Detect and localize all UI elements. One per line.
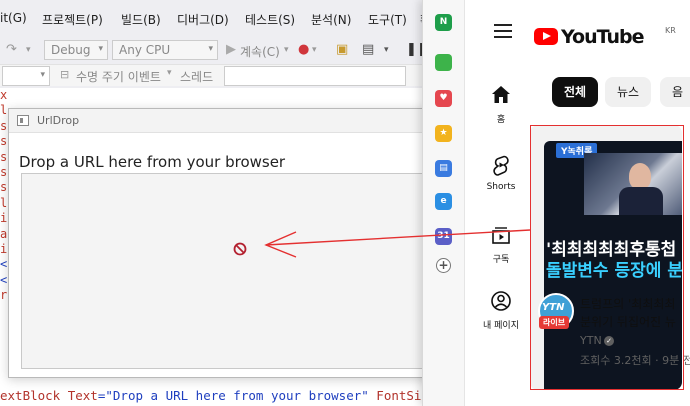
- drop-instruction-heading: Drop a URL here from your browser: [19, 153, 286, 171]
- youtube-wordmark[interactable]: YouTube: [561, 26, 644, 48]
- channel-name[interactable]: YTN: [580, 334, 602, 347]
- nav-my-page[interactable]: 내 페이지: [464, 290, 538, 331]
- window-title: UrlDrop: [37, 114, 80, 127]
- sidebar-app-n-icon[interactable]: N: [435, 14, 452, 31]
- code-token: Text: [67, 388, 98, 403]
- vs-menubar: it(G) 프로젝트(P) 빌드(B) 디버그(D) 테스트(S) 분석(N) …: [0, 8, 440, 30]
- nav-label: 홈: [496, 115, 506, 125]
- chip-news[interactable]: 뉴스: [605, 77, 652, 107]
- platform-combo[interactable]: Any CPU ▾: [112, 40, 218, 60]
- hot-reload-icon[interactable]: ●: [298, 42, 309, 57]
- nav-label: 구독: [492, 255, 510, 265]
- chevron-down-icon[interactable]: ▾: [384, 45, 389, 55]
- no-drop-cursor-icon: [233, 242, 247, 256]
- sidebar-edge-icon[interactable]: e: [435, 193, 452, 210]
- app-window-icon: [17, 115, 29, 126]
- menu-debug[interactable]: 디버그(D): [177, 11, 229, 28]
- config-combo[interactable]: Debug ▾: [44, 40, 108, 60]
- nav-subscriptions[interactable]: 구독: [464, 224, 538, 265]
- process-combo[interactable]: ▾: [2, 66, 50, 86]
- continue-button[interactable]: 계속(C): [240, 43, 280, 60]
- url-drop-zone[interactable]: [21, 173, 425, 369]
- code-token: "Drop a URL here from your browser": [105, 388, 369, 403]
- video-card[interactable]: Y녹취록 '최최최최최후통첩 돌발변수 등장에 분: [530, 125, 682, 390]
- menu-build[interactable]: 빌드(B): [121, 11, 161, 28]
- chevron-down-icon[interactable]: ▾: [312, 45, 317, 55]
- menu-project[interactable]: 프로젝트(P): [42, 11, 103, 28]
- chevron-down-icon[interactable]: ▾: [167, 68, 172, 78]
- video-title[interactable]: 분위기 뒤집어진 뉴: [580, 313, 676, 330]
- lifecycle-icon: ⊟: [60, 68, 70, 81]
- edge-sidebar: N ♥ ★ ▤ e 31 +: [423, 0, 465, 406]
- menu-analyze[interactable]: 분석(N): [311, 11, 351, 28]
- live-badge: 라이브: [539, 316, 570, 329]
- sidebar-app-green-icon[interactable]: [435, 54, 452, 71]
- sidebar-store-icon[interactable]: ▤: [435, 160, 452, 177]
- video-title[interactable]: 트럼프의 '최최최최: [580, 295, 675, 312]
- chevron-down-icon[interactable]: ▾: [26, 45, 31, 55]
- redo-icon[interactable]: ↷: [6, 42, 17, 57]
- account-icon: [491, 291, 511, 311]
- chevron-down-icon[interactable]: ▾: [284, 45, 289, 55]
- chevron-down-icon: ▾: [208, 44, 213, 54]
- chip-music[interactable]: 음: [660, 77, 690, 107]
- thumbnail-caption: 돌발변수 등장에 분: [546, 261, 682, 281]
- chip-all[interactable]: 전체: [552, 77, 599, 107]
- channel-avatar-text: YTN: [542, 302, 565, 313]
- hamburger-menu-icon[interactable]: [494, 24, 512, 38]
- vs-toolbar: ↷ ▾ Debug ▾ Any CPU ▾ ▶ 계속(C) ▾ ● ▾ ▣ ▤ …: [0, 38, 440, 62]
- chevron-down-icon: ▾: [98, 44, 103, 54]
- thread-combo[interactable]: [224, 66, 406, 86]
- nav-home[interactable]: 홈: [464, 84, 538, 125]
- urldrop-titlebar[interactable]: UrlDrop: [9, 109, 435, 133]
- sidebar-pocket-icon[interactable]: ♥: [435, 90, 452, 107]
- video-meta: 조회수 3.2천회 · 9분 전: [580, 354, 690, 367]
- nav-label: Shorts: [486, 182, 516, 192]
- config-combo-value: Debug: [51, 43, 91, 57]
- verified-check-icon: ✓: [604, 336, 614, 346]
- youtube-logo-icon[interactable]: [534, 28, 558, 45]
- play-icon[interactable]: ▶: [226, 42, 236, 57]
- subscriptions-icon: [492, 227, 510, 244]
- code-fragment: x: [0, 88, 8, 102]
- sidebar-calendar-icon[interactable]: 31: [435, 228, 452, 245]
- code-token: extBlock: [0, 388, 68, 403]
- menu-test[interactable]: 테스트(S): [245, 11, 295, 28]
- shorts-icon: [493, 155, 509, 176]
- chevron-down-icon: ▾: [40, 70, 45, 80]
- platform-combo-value: Any CPU: [119, 43, 171, 57]
- menu-git[interactable]: it(G): [0, 11, 27, 25]
- screen: it(G) 프로젝트(P) 빌드(B) 디버그(D) 테스트(S) 분석(N) …: [0, 0, 690, 406]
- youtube-header: YouTube KR: [464, 0, 690, 72]
- urldrop-window: UrlDrop Drop a URL here from your browse…: [8, 108, 436, 378]
- code-line: extBlock Text="Drop a URL here from your…: [0, 386, 440, 406]
- menu-tools[interactable]: 도구(T): [368, 11, 407, 28]
- sidebar-add-icon[interactable]: +: [436, 258, 451, 273]
- country-code: KR: [665, 26, 676, 35]
- sidebar-star-icon[interactable]: ★: [435, 125, 452, 142]
- thumbnail-photo: [584, 153, 682, 215]
- nav-label: 내 페이지: [483, 321, 519, 331]
- home-icon: [492, 86, 510, 103]
- folder-icon[interactable]: ▣: [336, 42, 348, 57]
- vs-toolbar-debug-location: ▾ ⊟ 수명 주기 이벤트 ▾ 스레드: [0, 64, 440, 86]
- window-icon[interactable]: ▤: [362, 42, 374, 57]
- youtube-nav: 홈 Shorts 구독 내 페이지: [464, 72, 538, 406]
- lifecycle-events-label[interactable]: 수명 주기 이벤트: [76, 68, 161, 85]
- thread-label: 스레드: [180, 70, 214, 84]
- nav-shorts[interactable]: Shorts: [464, 154, 538, 192]
